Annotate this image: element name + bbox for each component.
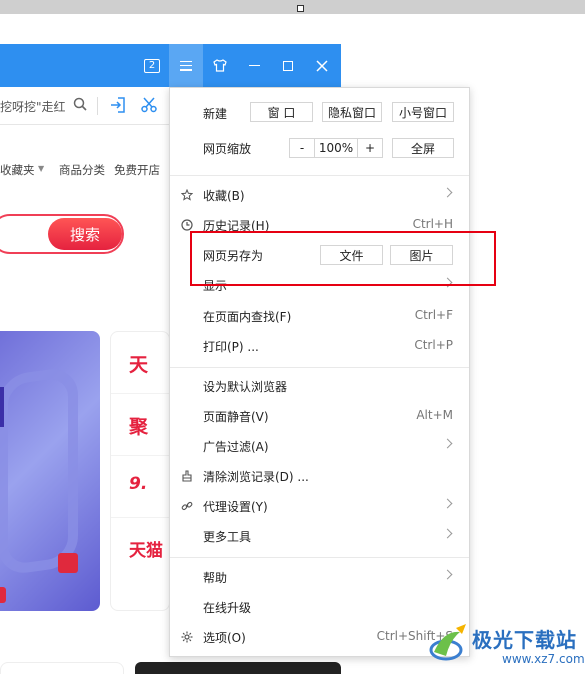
chevron-right-icon	[442, 438, 453, 449]
menu-item-options[interactable]: 选项(O) Ctrl+Shift+S	[170, 622, 469, 652]
mute-shortcut: Alt+M	[416, 408, 453, 422]
search-icon[interactable]	[73, 97, 87, 111]
menu-item-online-upgrade[interactable]: 在线升级	[170, 592, 469, 622]
menu-item-help[interactable]: 帮助	[170, 562, 469, 592]
address-text[interactable]: 挖呀挖"走红	[0, 98, 66, 115]
gift-icon	[58, 553, 78, 573]
save-as-image-button[interactable]: 图片	[390, 245, 453, 265]
menu-item-find[interactable]: 在页面内查找(F) Ctrl+F	[170, 301, 469, 331]
close-icon	[316, 59, 328, 72]
zoom-in-button[interactable]: +	[357, 138, 383, 158]
chevron-right-icon	[442, 528, 453, 539]
menu-item-proxy[interactable]: 代理设置(Y)	[170, 491, 469, 521]
skin-button[interactable]	[203, 44, 237, 87]
search-button[interactable]: 搜索	[48, 218, 122, 250]
menu-item-clear-records[interactable]: 清除浏览记录(D) ...	[170, 461, 469, 491]
find-shortcut: Ctrl+F	[414, 308, 453, 322]
link-icon	[181, 501, 193, 511]
content-card[interactable]	[0, 662, 124, 674]
promo-row[interactable]: 聚	[111, 394, 171, 456]
chevron-right-icon	[442, 498, 453, 509]
maximize-button[interactable]	[271, 44, 305, 87]
new-alt-account-window-button[interactable]: 小号窗口	[392, 102, 454, 122]
chevron-right-icon	[442, 277, 453, 288]
bottom-cards	[0, 662, 341, 674]
new-private-window-button[interactable]: 隐私窗口	[322, 102, 382, 122]
tab-count-button[interactable]: 2	[135, 44, 169, 87]
menu-item-favorites[interactable]: 收藏(B)	[170, 180, 469, 210]
menu-label-zoom: 网页缩放	[203, 142, 252, 156]
fullscreen-button[interactable]: 全屏	[392, 138, 454, 158]
main-menu: 新建 窗 口 隐私窗口 小号窗口 网页缩放 - 100% + 全屏 收藏(B) …	[169, 87, 470, 657]
broom-icon	[182, 470, 192, 482]
favbar-item-categories[interactable]: 商品分类	[59, 162, 105, 178]
aurora-logo-icon	[429, 624, 466, 661]
promo-banner[interactable]	[0, 331, 100, 611]
menu-label-save-as: 网页另存为	[203, 249, 264, 263]
gear-icon	[181, 631, 193, 643]
title-bar: 2	[0, 44, 341, 87]
chevron-right-icon	[442, 187, 453, 198]
menu-item-history[interactable]: 历史记录(H) Ctrl+H	[170, 210, 469, 240]
chevron-down-icon[interactable]: ▼	[38, 164, 44, 173]
menu-item-more-tools[interactable]: 更多工具	[170, 521, 469, 551]
watermark-url: www.xz7.com	[502, 652, 585, 666]
menu-label-new: 新建	[203, 107, 228, 121]
print-shortcut: Ctrl+P	[414, 338, 453, 352]
minimize-button[interactable]	[237, 44, 271, 87]
promo-list: 天 聚 9. 天猫	[110, 331, 171, 611]
star-icon	[181, 189, 193, 201]
gift-icon	[0, 587, 6, 603]
scissors-icon[interactable]	[140, 96, 158, 114]
resize-handle[interactable]	[297, 5, 304, 12]
banner-hexagon	[0, 365, 78, 577]
hamburger-icon	[180, 60, 192, 71]
menu-button[interactable]	[169, 44, 203, 87]
minimize-icon	[248, 64, 260, 67]
menu-item-print[interactable]: 打印(P) ... Ctrl+P	[170, 331, 469, 361]
save-as-file-button[interactable]: 文件	[320, 245, 383, 265]
content-card[interactable]	[135, 662, 341, 674]
address-divider	[97, 97, 98, 115]
menu-item-ad-filter[interactable]: 广告过滤(A)	[170, 431, 469, 461]
favbar-item-open-store[interactable]: 免费开店	[114, 162, 160, 178]
close-button[interactable]	[305, 44, 339, 87]
banner-graphic	[0, 387, 4, 427]
zoom-level: 100%	[315, 138, 357, 158]
promo-row[interactable]: 9.	[111, 456, 171, 518]
menu-item-set-default[interactable]: 设为默认浏览器	[170, 371, 469, 401]
history-shortcut: Ctrl+H	[412, 217, 453, 231]
zoom-out-button[interactable]: -	[289, 138, 315, 158]
promo-row[interactable]: 天猫	[111, 518, 171, 580]
watermark-logo: 极光下载站 www.xz7.com	[426, 620, 585, 674]
chevron-right-icon	[442, 569, 453, 580]
menu-divider	[170, 557, 469, 558]
tab-count-badge: 2	[144, 58, 160, 73]
maximize-icon	[283, 60, 293, 71]
promo-row[interactable]: 天	[111, 332, 171, 394]
menu-item-display[interactable]: 显示	[170, 270, 469, 300]
clock-icon	[181, 219, 193, 231]
new-window-button[interactable]: 窗 口	[250, 102, 313, 122]
menu-divider	[170, 367, 469, 368]
top-gray-strip	[0, 0, 585, 14]
watermark-name: 极光下载站	[472, 628, 577, 652]
login-icon[interactable]	[109, 96, 127, 114]
favbar-item-favorites[interactable]: 收藏夹	[0, 162, 35, 178]
shirt-icon	[213, 59, 227, 72]
menu-divider	[170, 175, 469, 176]
menu-item-mute[interactable]: 页面静音(V) Alt+M	[170, 401, 469, 431]
